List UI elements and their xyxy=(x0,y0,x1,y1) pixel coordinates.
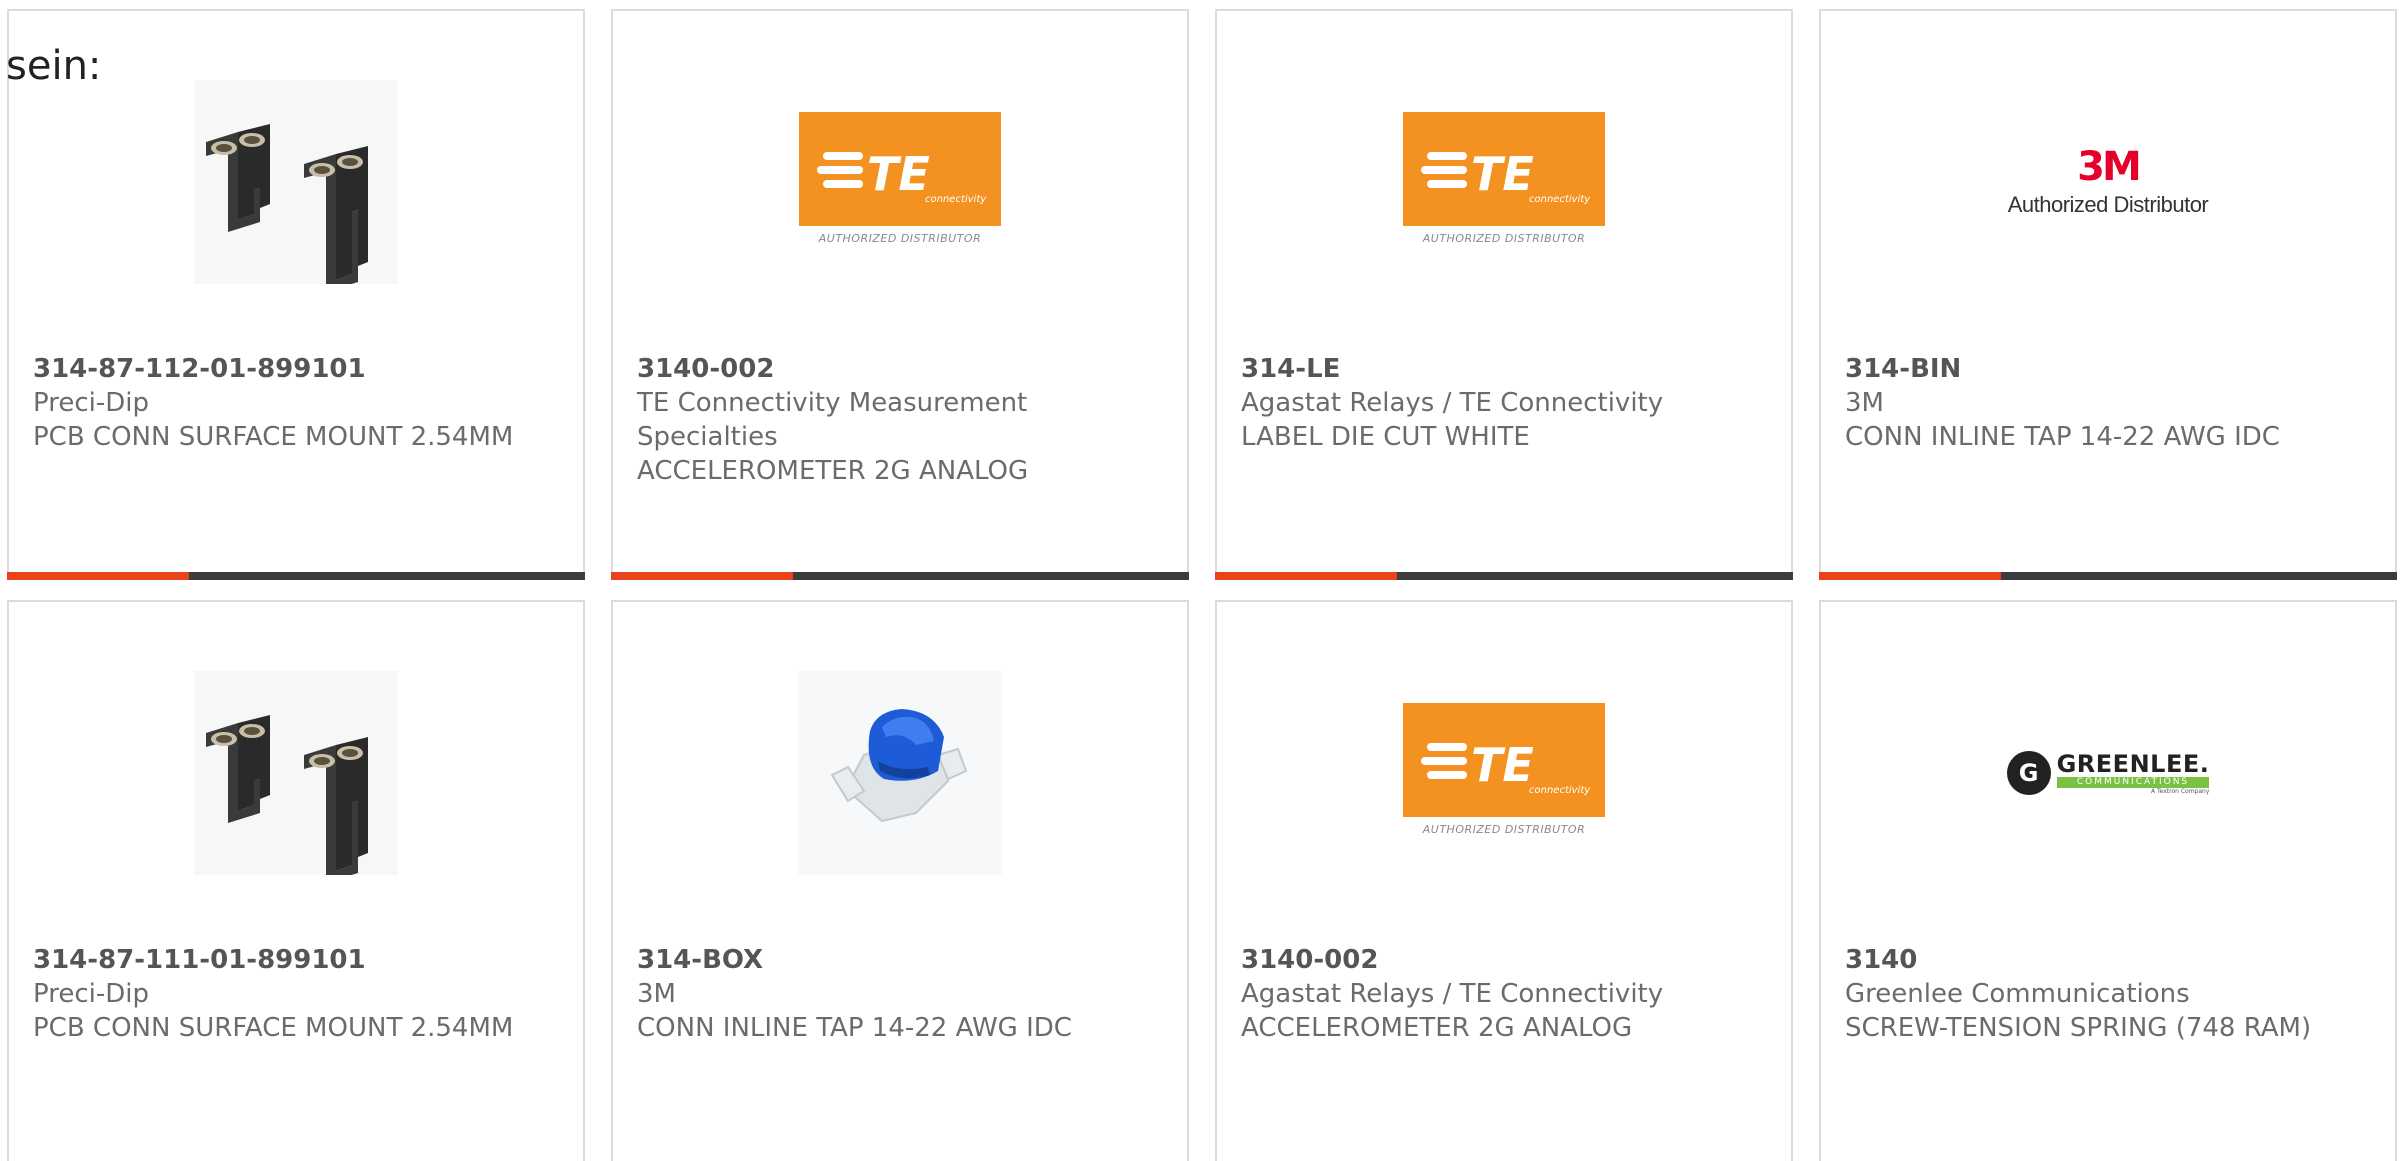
description: ACCELEROMETER 2G ANALOG xyxy=(637,456,1029,486)
3m-mark: 3M xyxy=(2077,144,2142,190)
product-info: 314-87-111-01-899101 Preci-Dip PCB CONN … xyxy=(33,943,563,1045)
te-logo-box: TE connectivity xyxy=(1403,112,1605,226)
card-accent xyxy=(611,572,793,580)
3m-logo: 3M Authorized Distributor xyxy=(2008,146,2209,218)
te-logo: TE connectivity AUTHORIZED DISTRIBUTOR xyxy=(1402,112,1606,252)
sip-socket-image xyxy=(194,671,398,875)
product-image[interactable] xyxy=(798,671,1002,875)
product-info: 3140-002 TE Connectivity Measurement Spe… xyxy=(637,352,1167,488)
svg-text:TE: TE xyxy=(1471,147,1534,201)
product-image[interactable]: G GREENLEE. COMMUNICATIONS A Textron Com… xyxy=(2006,671,2210,875)
manufacturer: Preci-Dip xyxy=(33,979,149,1009)
product-info: 3140 Greenlee Communications SCREW-TENSI… xyxy=(1845,943,2375,1045)
sip-socket-image xyxy=(194,80,398,284)
description: LABEL DIE CUT WHITE xyxy=(1241,422,1530,452)
card-accent xyxy=(7,572,189,580)
part-number-link[interactable]: 314-87-111-01-899101 xyxy=(33,943,563,977)
description: CONN INLINE TAP 14-22 AWG IDC xyxy=(1845,422,2280,452)
manufacturer: Greenlee Communications xyxy=(1845,979,2190,1009)
3m-logo-caption: Authorized Distributor xyxy=(2007,192,2209,217)
product-results-page: sein: 314-87-112-01-899101 Preci-Dip PCB… xyxy=(0,0,2400,1161)
card-accent xyxy=(1215,572,1397,580)
greenlee-sub: COMMUNICATIONS xyxy=(2056,776,2210,788)
manufacturer: Agastat Relays / TE Connectivity xyxy=(1241,979,1664,1009)
te-logo-caption: AUTHORIZED DISTRIBUTOR xyxy=(818,232,982,245)
greenlee-logo: G GREENLEE. COMMUNICATIONS A Textron Com… xyxy=(2006,749,2210,796)
part-number-link[interactable]: 314-87-112-01-899101 xyxy=(33,352,563,386)
product-card[interactable]: 314-BOX 3M CONN INLINE TAP 14-22 AWG IDC xyxy=(611,600,1189,1161)
product-info: 314-BIN 3M CONN INLINE TAP 14-22 AWG IDC xyxy=(1845,352,2375,454)
manufacturer: Preci-Dip xyxy=(33,388,149,418)
product-image[interactable]: 3M Authorized Distributor xyxy=(2006,80,2210,284)
svg-text:TE: TE xyxy=(867,147,930,201)
te-logo: TE connectivity AUTHORIZED DISTRIBUTOR xyxy=(798,112,1002,252)
product-card[interactable]: TE connectivity AUTHORIZED DISTRIBUTOR 3… xyxy=(611,9,1189,580)
svg-text:TE: TE xyxy=(1471,738,1534,792)
product-info: 314-BOX 3M CONN INLINE TAP 14-22 AWG IDC xyxy=(637,943,1167,1045)
manufacturer: 3M xyxy=(1845,388,1884,418)
part-number-link[interactable]: 3140 xyxy=(1845,943,2375,977)
card-accent xyxy=(1819,572,2001,580)
product-card[interactable]: 314-87-112-01-899101 Preci-Dip PCB CONN … xyxy=(7,9,585,580)
product-card[interactable]: G GREENLEE. COMMUNICATIONS A Textron Com… xyxy=(1819,600,2397,1161)
te-wordmark-icon: TE connectivity xyxy=(1421,738,1591,796)
card-bottom-bar xyxy=(7,572,585,580)
card-bottom-bar xyxy=(1215,572,1793,580)
product-image[interactable]: TE connectivity AUTHORIZED DISTRIBUTOR xyxy=(1402,671,1606,875)
product-card[interactable]: 3M Authorized Distributor 314-BIN 3M CON… xyxy=(1819,9,2397,580)
intro-text: sein: xyxy=(6,43,102,89)
description: PCB CONN SURFACE MOUNT 2.54MM xyxy=(33,422,514,452)
description: CONN INLINE TAP 14-22 AWG IDC xyxy=(637,1013,1072,1043)
greenlee-g-icon: G xyxy=(2006,751,2051,795)
manufacturer: TE Connectivity Measurement Specialties xyxy=(637,388,1028,452)
part-number-link[interactable]: 314-BOX xyxy=(637,943,1167,977)
product-image[interactable]: TE connectivity AUTHORIZED DISTRIBUTOR xyxy=(1402,80,1606,284)
product-info: 3140-002 Agastat Relays / TE Connectivit… xyxy=(1241,943,1771,1045)
te-logo-box: TE connectivity xyxy=(799,112,1001,226)
te-logo-caption: AUTHORIZED DISTRIBUTOR xyxy=(1422,232,1586,245)
product-card[interactable]: TE connectivity AUTHORIZED DISTRIBUTOR 3… xyxy=(1215,600,1793,1161)
manufacturer: 3M xyxy=(637,979,676,1009)
description: PCB CONN SURFACE MOUNT 2.54MM xyxy=(33,1013,514,1043)
description: ACCELEROMETER 2G ANALOG xyxy=(1241,1013,1633,1043)
manufacturer: Agastat Relays / TE Connectivity xyxy=(1241,388,1664,418)
part-number-link[interactable]: 314-LE xyxy=(1241,352,1771,386)
product-info: 314-87-112-01-899101 Preci-Dip PCB CONN … xyxy=(33,352,563,454)
te-logo-caption: AUTHORIZED DISTRIBUTOR xyxy=(1422,823,1586,836)
product-image[interactable] xyxy=(194,80,398,284)
te-logo-box: TE connectivity xyxy=(1403,703,1605,817)
tap-connector-image xyxy=(798,671,1002,875)
product-card[interactable]: 314-87-111-01-899101 Preci-Dip PCB CONN … xyxy=(7,600,585,1161)
part-number-link[interactable]: 3140-002 xyxy=(1241,943,1771,977)
svg-text:connectivity: connectivity xyxy=(1529,194,1591,205)
greenlee-wordmark: GREENLEE. COMMUNICATIONS A Textron Compa… xyxy=(2056,749,2210,796)
part-number-link[interactable]: 314-BIN xyxy=(1845,352,2375,386)
te-wordmark-icon: TE connectivity xyxy=(817,147,987,205)
product-grid: 314-87-112-01-899101 Preci-Dip PCB CONN … xyxy=(7,9,2400,1161)
card-bottom-bar xyxy=(611,572,1189,580)
te-wordmark-icon: TE connectivity xyxy=(1421,147,1591,205)
svg-text:connectivity: connectivity xyxy=(1529,785,1591,796)
svg-text:connectivity: connectivity xyxy=(925,194,987,205)
part-number-link[interactable]: 3140-002 xyxy=(637,352,1167,386)
greenlee-name: GREENLEE. xyxy=(2056,749,2210,778)
product-image[interactable]: TE connectivity AUTHORIZED DISTRIBUTOR xyxy=(798,80,1002,284)
greenlee-tagline: A Textron Company xyxy=(2150,787,2210,795)
product-image[interactable] xyxy=(194,671,398,875)
description: SCREW-TENSION SPRING (748 RAM) xyxy=(1845,1013,2312,1043)
te-logo: TE connectivity AUTHORIZED DISTRIBUTOR xyxy=(1402,703,1606,843)
product-info: 314-LE Agastat Relays / TE Connectivity … xyxy=(1241,352,1771,454)
product-card[interactable]: TE connectivity AUTHORIZED DISTRIBUTOR 3… xyxy=(1215,9,1793,580)
card-bottom-bar xyxy=(1819,572,2397,580)
